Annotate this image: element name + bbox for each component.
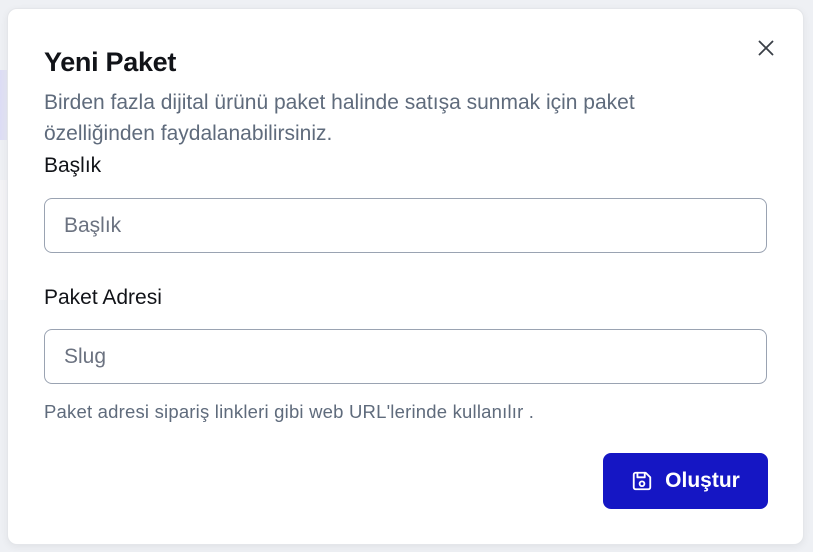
dialog-title: Yeni Paket (44, 47, 177, 77)
create-button-label: Oluştur (665, 469, 740, 492)
close-icon (758, 40, 774, 56)
create-button[interactable]: Oluştur (603, 453, 768, 509)
save-icon (631, 470, 653, 492)
new-package-dialog: Yeni Paket Birden fazla dijital ürünü pa… (7, 8, 804, 545)
slug-field-label: Paket Adresi (44, 286, 162, 309)
slug-helper-text: Paket adresi sipariş linkleri gibi web U… (44, 401, 535, 422)
dialog-description: Birden fazla dijital ürünü paket halinde… (44, 91, 635, 145)
slug-input[interactable] (44, 329, 767, 384)
title-input[interactable] (44, 198, 767, 253)
close-button[interactable] (755, 37, 777, 59)
title-field-label: Başlık (44, 154, 102, 177)
